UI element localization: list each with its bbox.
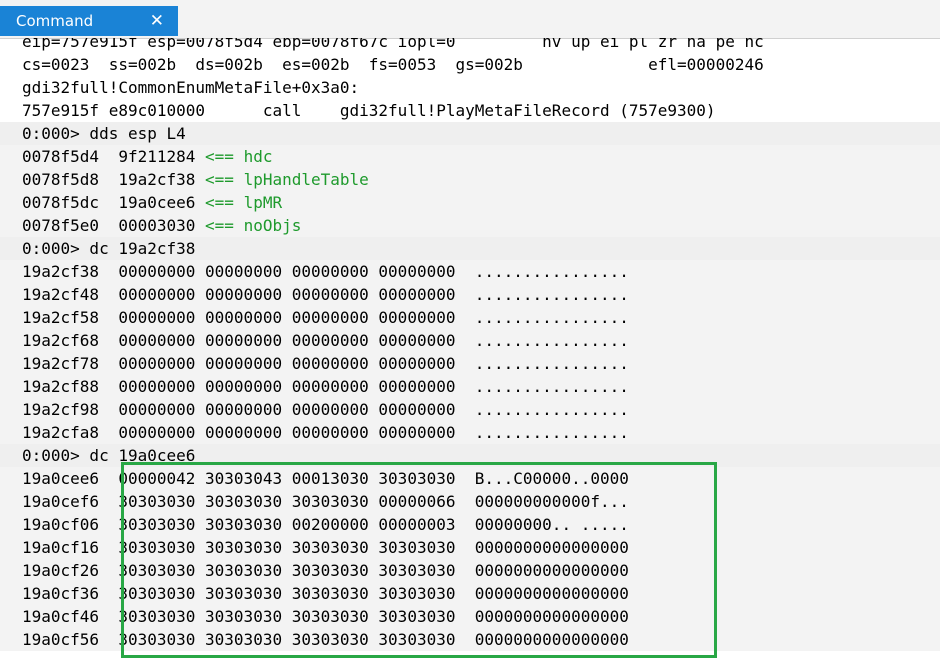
memory-dump-line: 19a0cee6 00000042 30303043 00013030 3030… bbox=[0, 467, 940, 490]
command-prompt-line: 0:000> dc 19a2cf38 bbox=[0, 237, 940, 260]
memory-dump-line: 19a2cf38 00000000 00000000 00000000 0000… bbox=[0, 260, 940, 283]
stack-line: 0078f5d8 19a2cf38 <== lpHandleTable bbox=[0, 168, 940, 191]
memory-dump-line: 19a0cf16 30303030 30303030 30303030 3030… bbox=[0, 536, 940, 559]
memory-dump-line: 19a0cf26 30303030 30303030 30303030 3030… bbox=[0, 559, 940, 582]
memory-dump-line: 19a0cf06 30303030 30303030 00200000 0000… bbox=[0, 513, 940, 536]
disasm-line: 757e915f e89c010000 call gdi32full!PlayM… bbox=[22, 101, 716, 120]
memory-dump-line: 19a0cef6 30303030 30303030 30303030 0000… bbox=[0, 490, 940, 513]
symbol-line: gdi32full!CommonEnumMetaFile+0x3a0: bbox=[22, 78, 360, 97]
register-line: eip=757e915f esp=0078f5d4 ebp=0078f67c i… bbox=[22, 38, 764, 51]
tab-title: Command bbox=[16, 12, 94, 30]
command-prompt-line: 0:000> dds esp L4 bbox=[0, 122, 940, 145]
memory-dump-line: 19a0cf46 30303030 30303030 30303030 3030… bbox=[0, 605, 940, 628]
annotation: <== lpMR bbox=[205, 193, 283, 212]
memory-dump-line: 19a2cf88 00000000 00000000 00000000 0000… bbox=[0, 375, 940, 398]
tab-command[interactable]: Command ✕ bbox=[0, 6, 178, 36]
command-output[interactable]: eip=757e915f esp=0078f5d4 ebp=0078f67c i… bbox=[0, 38, 940, 669]
memory-dump-line: 19a2cf58 00000000 00000000 00000000 0000… bbox=[0, 306, 940, 329]
close-icon[interactable]: ✕ bbox=[150, 11, 164, 31]
memory-dump-line: 19a0cf36 30303030 30303030 30303030 3030… bbox=[0, 582, 940, 605]
annotation: <== lpHandleTable bbox=[205, 170, 369, 189]
register-line: cs=0023 ss=002b ds=002b es=002b fs=0053 … bbox=[22, 55, 764, 74]
memory-dump-line: 19a2cf78 00000000 00000000 00000000 0000… bbox=[0, 352, 940, 375]
command-prompt-line: 0:000> dc 19a0cee6 bbox=[0, 444, 940, 467]
memory-dump-line: 19a2cf68 00000000 00000000 00000000 0000… bbox=[0, 329, 940, 352]
annotation: <== noObjs bbox=[205, 216, 302, 235]
memory-dump-line: 19a0cf56 30303030 30303030 30303030 3030… bbox=[0, 628, 940, 651]
memory-dump-line: 19a2cfa8 00000000 00000000 00000000 0000… bbox=[0, 421, 940, 444]
memory-dump-line: 19a2cf48 00000000 00000000 00000000 0000… bbox=[0, 283, 940, 306]
stack-line: 0078f5e0 00003030 <== noObjs bbox=[0, 214, 940, 237]
stack-line: 0078f5dc 19a0cee6 <== lpMR bbox=[0, 191, 940, 214]
stack-line: 0078f5d4 9f211284 <== hdc bbox=[0, 145, 940, 168]
annotation: <== hdc bbox=[205, 147, 273, 166]
memory-dump-line: 19a2cf98 00000000 00000000 00000000 0000… bbox=[0, 398, 940, 421]
